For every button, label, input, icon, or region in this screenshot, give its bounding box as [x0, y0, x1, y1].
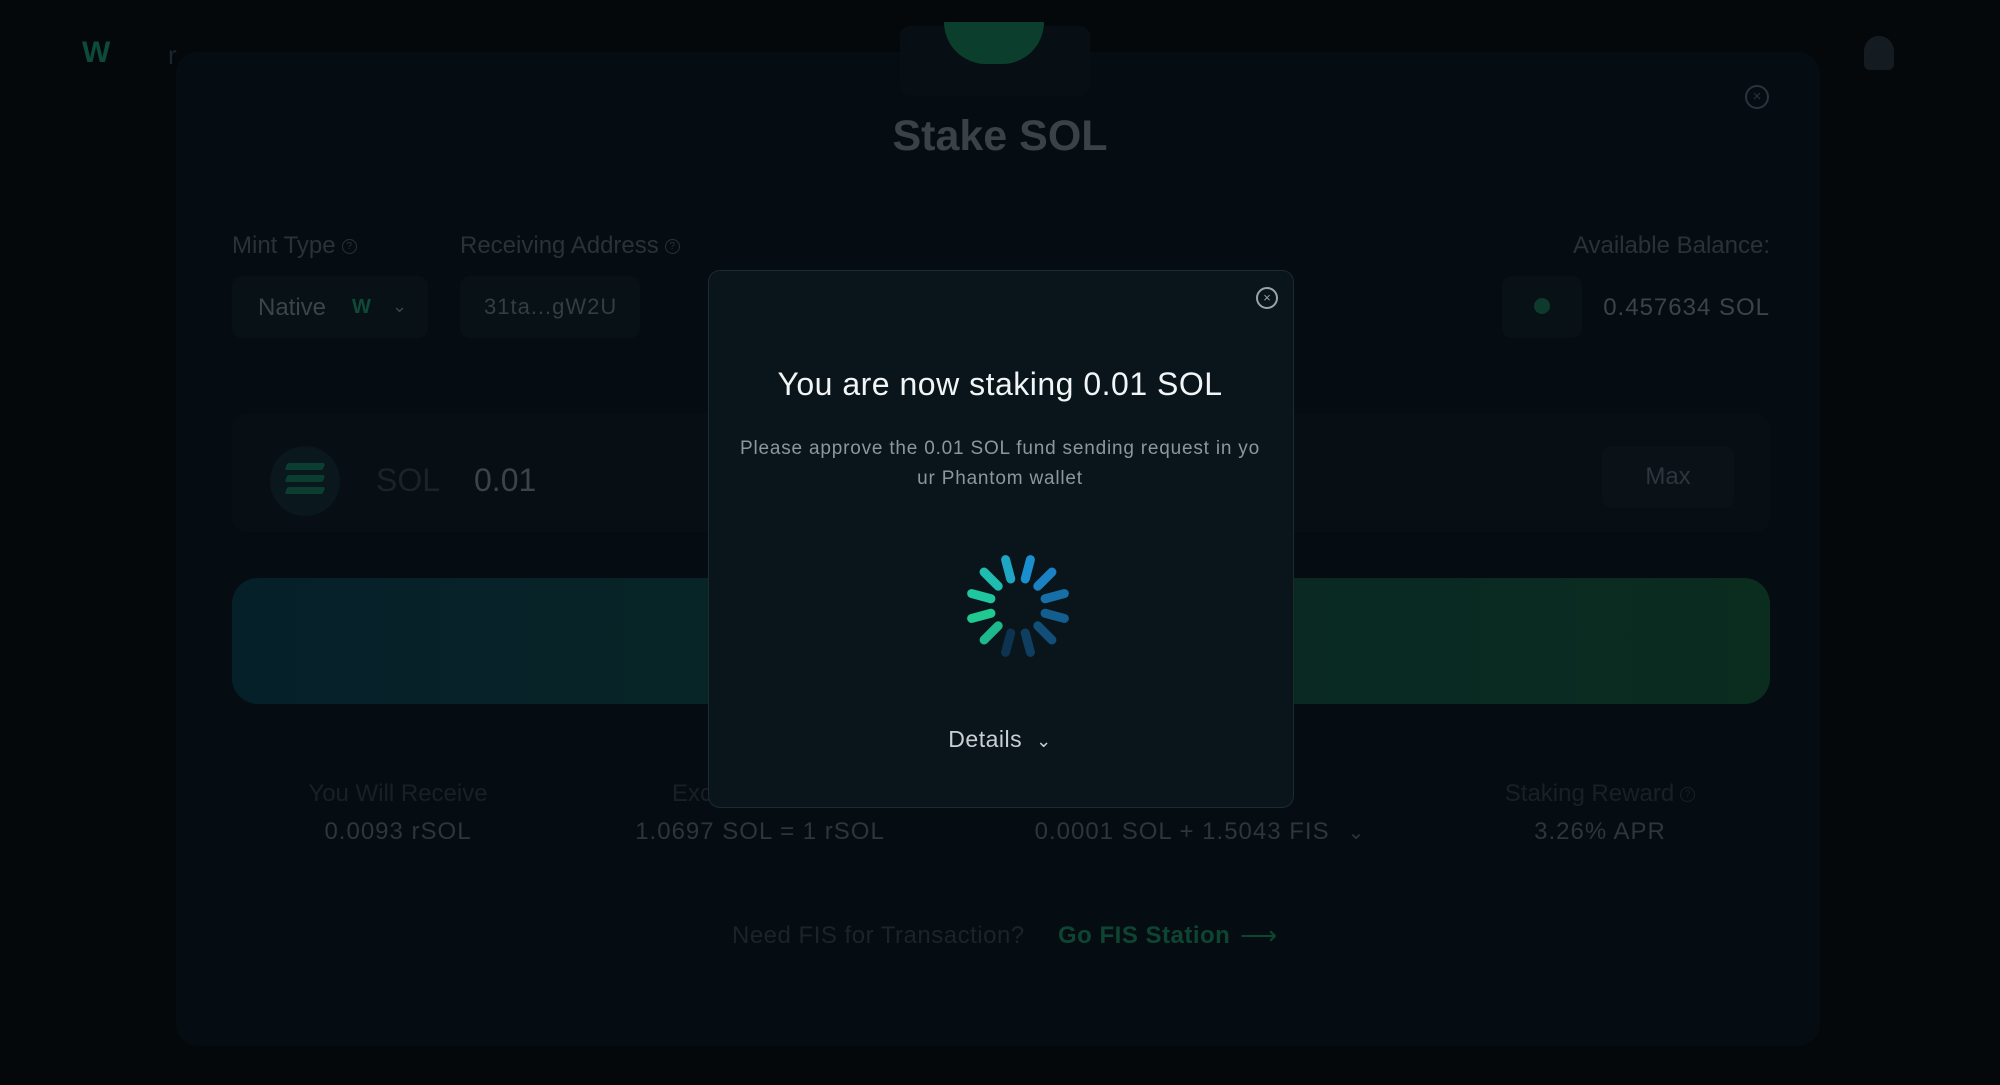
logo-text: r	[168, 40, 177, 70]
stat-reward-label: Staking Reward?	[1440, 780, 1760, 808]
arrow-right-icon[interactable]: ⟶	[1240, 920, 1277, 951]
sol-logo-bars	[284, 463, 326, 499]
spinner-segment	[967, 589, 996, 604]
balance-value: 0.457634 SOL	[1603, 294, 1770, 321]
sol-token-icon	[1534, 298, 1550, 314]
mint-type-label: Mint Type?	[232, 232, 357, 260]
mint-type-value: Native	[258, 294, 327, 321]
spinner-segment	[1001, 555, 1016, 584]
go-fis-station-link[interactable]: Go FIS Station	[1058, 922, 1230, 950]
help-icon[interactable]: ?	[664, 239, 680, 255]
fis-question: Need FIS for Transaction?	[732, 922, 1025, 949]
close-icon[interactable]: ×	[1745, 85, 1769, 109]
chevron-down-icon: ⌄	[1036, 731, 1052, 751]
spinner-segment	[979, 621, 1003, 645]
page-title: Stake SOL	[892, 112, 1108, 160]
amount-input[interactable]: 0.01	[474, 462, 536, 499]
modal-title: You are now staking 0.01 SOL	[777, 366, 1223, 402]
max-button[interactable]: Max	[1602, 446, 1734, 508]
spinner-segment	[1033, 621, 1057, 645]
stat-exchange-value: 1.0697 SOL = 1 rSOL	[635, 818, 885, 845]
token-name: SOL	[376, 462, 441, 498]
close-icon[interactable]: ×	[1256, 287, 1278, 309]
spinner-segment	[1040, 589, 1069, 604]
spinner-segment	[1020, 628, 1035, 657]
spinner-segment	[979, 567, 1003, 591]
spinner-segment	[1033, 567, 1057, 591]
chevron-down-icon: ⌄	[392, 296, 408, 316]
stat-receive-value: 0.0093 rSOL	[324, 818, 472, 845]
help-icon[interactable]: ?	[341, 239, 357, 255]
details-toggle[interactable]: Details ⌄	[708, 726, 1292, 753]
stat-receive-label: You Will Receive	[308, 780, 488, 807]
mint-type-badge: W	[352, 296, 371, 318]
stat-fee-value: 0.0001 SOL + 1.5043 FIS ⌄	[1034, 818, 1366, 845]
loading-spinner-icon	[967, 555, 1069, 657]
logo[interactable]: W	[82, 36, 110, 70]
chevron-down-icon[interactable]: ⌄	[1348, 822, 1366, 844]
receiving-address-label: Receiving Address?	[460, 232, 680, 260]
spinner-segment	[967, 608, 996, 623]
stat-reward-value: 3.26% APR	[1534, 818, 1666, 845]
balance-label: Available Balance:	[1572, 232, 1770, 259]
spinner-segment	[1001, 628, 1016, 657]
modal-description: Please approve the 0.01 SOL fund sending…	[740, 438, 1260, 489]
details-label: Details	[948, 726, 1023, 752]
help-icon[interactable]: ?	[1680, 787, 1696, 803]
receiving-address-value: 31ta...gW2U	[484, 294, 618, 319]
user-icon[interactable]	[1864, 36, 1894, 70]
spinner-segment	[1020, 555, 1035, 584]
spinner-segment	[1040, 608, 1069, 623]
